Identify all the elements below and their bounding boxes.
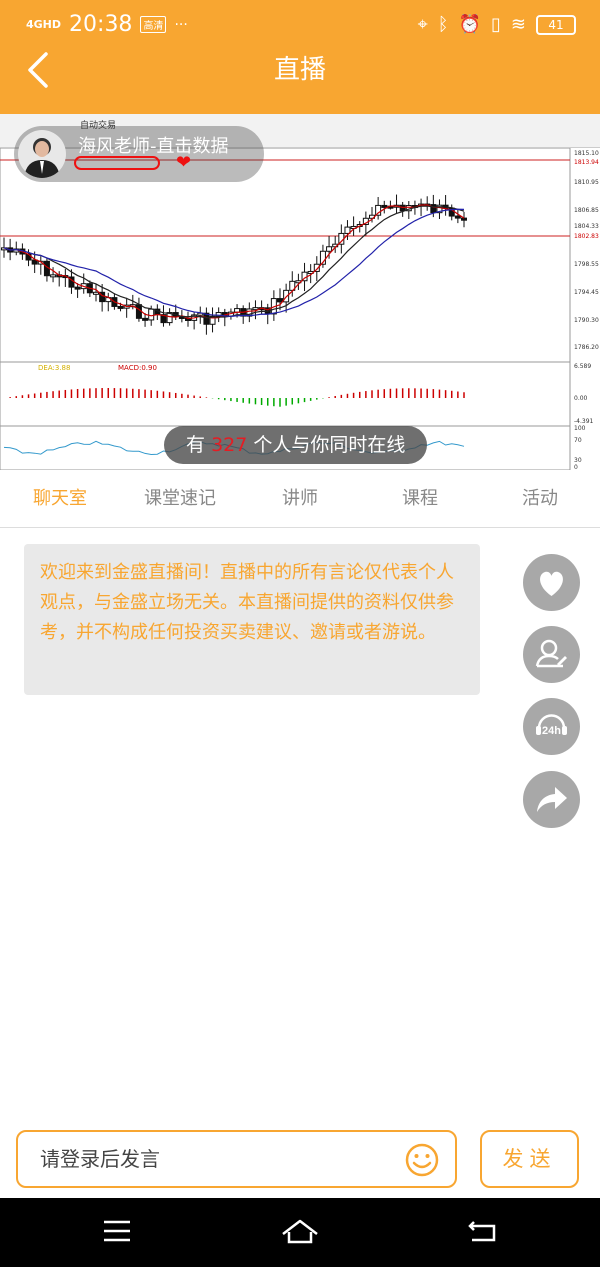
- candle-body: [252, 307, 259, 311]
- location-icon: ⌖: [417, 14, 428, 35]
- candle-body: [461, 217, 467, 221]
- send-button[interactable]: 发送: [480, 1130, 579, 1188]
- candle-body: [381, 204, 388, 208]
- macd-axis-label: 0.00: [574, 395, 588, 402]
- hd-badge: 高清: [140, 16, 167, 33]
- online-suffix: 个人与你同时在线: [253, 434, 406, 456]
- service-24h-icon: 24h: [536, 714, 567, 737]
- candle-body: [234, 308, 241, 313]
- share-icon: [537, 787, 567, 812]
- page-title: 直播: [273, 55, 326, 85]
- alarm-icon: ⏰: [458, 14, 481, 35]
- candle-body: [93, 291, 99, 295]
- price-axis-label: 1794.45: [574, 289, 599, 296]
- price-axis-label: 1786.20: [574, 344, 599, 351]
- price-axis-label: 1804.33: [574, 223, 599, 230]
- price-axis-label: 1810.95: [574, 179, 599, 186]
- candle-body: [142, 317, 149, 321]
- menu-icon[interactable]: [102, 1218, 132, 1244]
- teacher-button[interactable]: [523, 626, 580, 683]
- macd-axis-label: 6.589: [574, 363, 591, 370]
- status-bar: 4GHD 20:38 高清 ··· ⌖ ᛒ ⏰ ▯ ≋ 41: [0, 0, 600, 52]
- like-button[interactable]: [523, 554, 580, 611]
- osc-axis-label: 30: [574, 457, 582, 464]
- svg-text:DEA:3.88: DEA:3.88: [38, 364, 70, 372]
- candle-body: [277, 298, 283, 303]
- battery-indicator: 41: [536, 14, 576, 35]
- welcome-notice: 欢迎来到金盛直播间！直播中的所有言论仅代表个人观点，与金盛立场无关。本直播间提供…: [24, 544, 480, 695]
- candle-body: [430, 204, 437, 214]
- host-name: 海风老师-直击数据: [78, 136, 229, 157]
- share-button[interactable]: [523, 771, 580, 828]
- host-level-bar: [74, 156, 160, 170]
- osc-axis-label: 70: [574, 437, 582, 444]
- price-axis-label: 1813.94: [574, 159, 599, 166]
- message-input[interactable]: 请登录后发言: [16, 1130, 457, 1188]
- tab-bar: 聊天室 课堂速记 讲师 课程 活动: [0, 470, 600, 528]
- candle-body: [117, 305, 124, 309]
- host-card[interactable]: 海风老师-直击数据 ❤: [14, 126, 264, 182]
- svg-text:MACD:0.90: MACD:0.90: [118, 364, 157, 372]
- price-chart: 1815.10 1813.94 1810.95 1806.85 1804.33 1802.…: [0, 148, 599, 470]
- candle-body: [326, 246, 333, 252]
- osc-axis-label: 100: [574, 425, 586, 432]
- service-button[interactable]: 24h: [523, 698, 580, 755]
- network-indicator: 4GHD: [26, 18, 62, 31]
- tab-chatroom[interactable]: 聊天室: [0, 470, 120, 528]
- tab-activities[interactable]: 活动: [480, 470, 600, 528]
- vibrate-icon: ▯: [491, 14, 501, 35]
- more-indicator: ···: [174, 16, 188, 33]
- macd-axis-label: -4.391: [574, 418, 594, 425]
- online-count-banner: 有 327 个人与你同时在线: [164, 426, 428, 464]
- tab-lecturer[interactable]: 讲师: [240, 470, 360, 528]
- heart-icon: [540, 571, 563, 596]
- svg-text:24h: 24h: [542, 725, 561, 737]
- heart-icon[interactable]: ❤: [176, 152, 191, 173]
- wifi-icon: ≋: [510, 14, 526, 35]
- smiley-icon[interactable]: [404, 1142, 440, 1178]
- tab-courses[interactable]: 课程: [360, 470, 480, 528]
- candle-body: [454, 215, 461, 219]
- host-avatar[interactable]: [18, 130, 66, 178]
- teacher-edit-icon: [535, 639, 567, 668]
- price-axis-label: 1806.85: [574, 207, 599, 214]
- system-nav-bar: [0, 1198, 600, 1267]
- candle-body: [50, 274, 57, 278]
- online-prefix: 有: [186, 434, 206, 456]
- tab-class-notes[interactable]: 课堂速记: [120, 470, 240, 528]
- bluetooth-icon: ᛒ: [437, 14, 449, 35]
- live-video[interactable]: 自动交易 1815.10 1813.94 1810.95 1806.85 1804.33…: [0, 114, 600, 470]
- candle-body: [74, 286, 81, 290]
- back-nav-icon[interactable]: [466, 1218, 498, 1244]
- title-bar: 直播: [0, 52, 600, 114]
- clock: 20:38: [69, 12, 133, 37]
- price-axis-label: 1802.83: [574, 233, 599, 240]
- message-bar: 请登录后发言 发送: [0, 1118, 600, 1198]
- online-count: 327: [211, 434, 248, 456]
- home-icon[interactable]: [280, 1218, 320, 1246]
- price-axis-label: 1790.30: [574, 317, 599, 324]
- candle-body: [148, 308, 155, 321]
- price-axis-label: 1815.10: [574, 150, 599, 157]
- price-axis-label: 1798.55: [574, 261, 599, 268]
